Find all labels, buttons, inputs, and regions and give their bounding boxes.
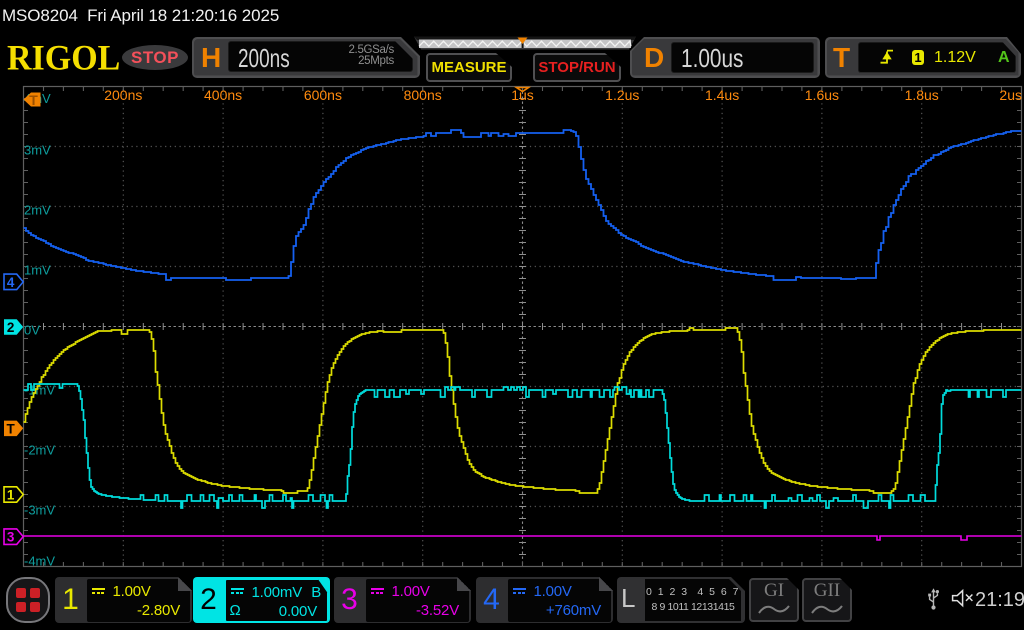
svg-text:1us: 1us: [511, 87, 534, 103]
svg-text:-4mV: -4mV: [24, 554, 55, 569]
svg-text:1.8us: 1.8us: [905, 87, 939, 103]
svg-text:1: 1: [7, 488, 15, 503]
svg-text:2us: 2us: [999, 87, 1022, 103]
svg-text:-3mV: -3mV: [24, 502, 55, 517]
svg-text:400ns: 400ns: [204, 87, 242, 103]
svg-text:600ns: 600ns: [304, 87, 342, 103]
svg-text:2mV: 2mV: [24, 202, 51, 217]
svg-text:-2mV: -2mV: [24, 442, 55, 457]
svg-text:T: T: [6, 421, 15, 436]
svg-text:0V: 0V: [24, 322, 40, 337]
svg-text:3mV: 3mV: [24, 142, 51, 157]
svg-text:1mV: 1mV: [24, 262, 51, 277]
svg-text:1.2us: 1.2us: [605, 87, 639, 103]
svg-text:2: 2: [7, 320, 15, 335]
svg-text:1.4us: 1.4us: [705, 87, 739, 103]
svg-text:200ns: 200ns: [104, 87, 142, 103]
svg-text:3: 3: [7, 530, 15, 545]
svg-text:4: 4: [7, 275, 15, 290]
svg-text:1.6us: 1.6us: [805, 87, 839, 103]
svg-text:T: T: [29, 92, 38, 108]
svg-text:800ns: 800ns: [404, 87, 442, 103]
